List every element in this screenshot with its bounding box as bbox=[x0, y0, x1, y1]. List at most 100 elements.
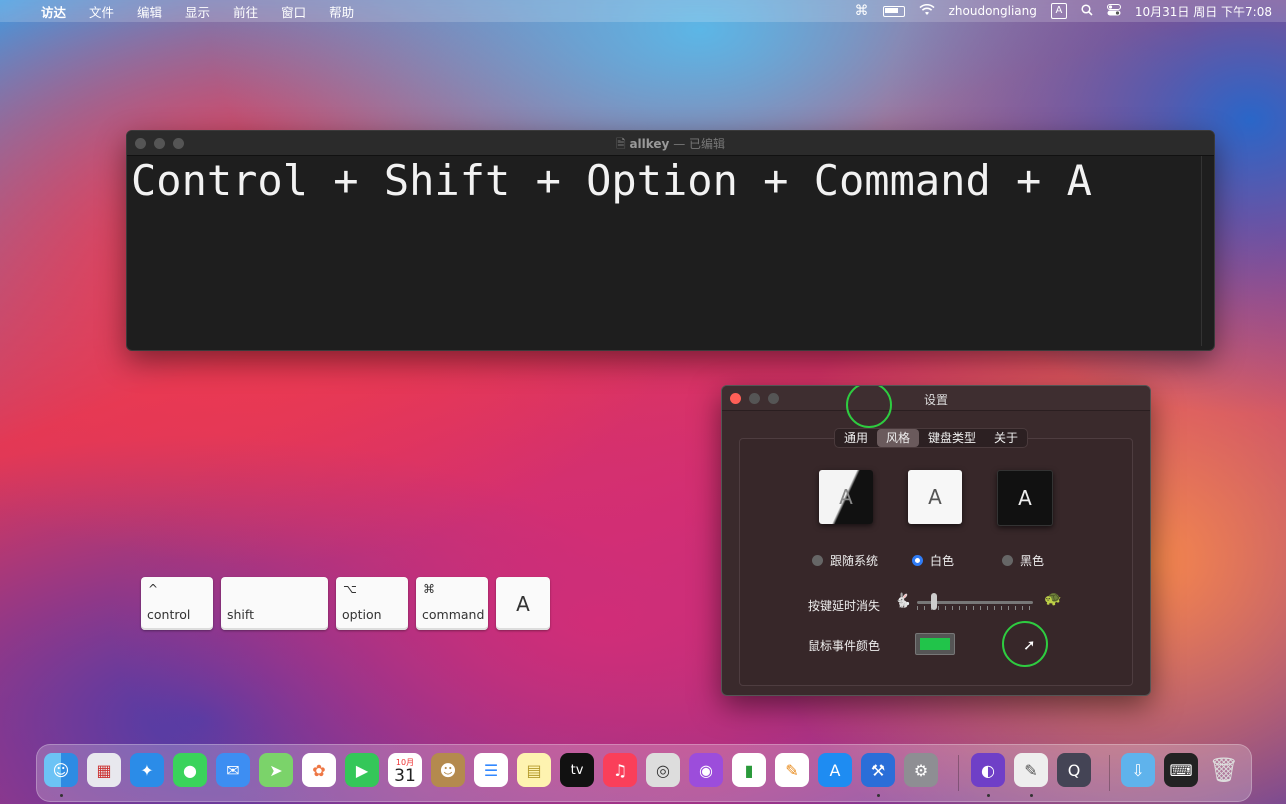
menu-file[interactable]: 文件 bbox=[89, 2, 114, 21]
mouse-cursor-icon: ➚ bbox=[1023, 636, 1036, 654]
contacts-icon[interactable]: ☻ bbox=[431, 753, 465, 787]
launchpad-icon[interactable]: ▦ bbox=[87, 753, 121, 787]
facetime-icon[interactable]: ▶ bbox=[345, 753, 379, 787]
keycastr-icon[interactable]: ⌨ bbox=[1164, 753, 1198, 787]
dock-separator bbox=[1109, 755, 1110, 791]
running-indicator bbox=[1030, 794, 1033, 797]
theme-preview-white[interactable]: A bbox=[908, 470, 962, 524]
quicktime-icon[interactable]: Q bbox=[1057, 753, 1091, 787]
document-name: allkey bbox=[629, 137, 670, 151]
key-command: ⌘ command bbox=[416, 577, 488, 630]
xcode-icon[interactable]: ⚒ bbox=[861, 753, 895, 787]
command-symbol: ⌘ bbox=[423, 582, 435, 596]
menu-window[interactable]: 窗口 bbox=[281, 2, 306, 21]
trash-icon[interactable]: 🗑 bbox=[1207, 753, 1241, 787]
music-icon[interactable]: ♫ bbox=[603, 753, 637, 787]
appstore-icon[interactable]: A bbox=[818, 753, 852, 787]
radio-label: 跟随系统 bbox=[830, 554, 879, 568]
running-indicator bbox=[60, 794, 63, 797]
color-swatch bbox=[920, 638, 950, 650]
messages-icon[interactable]: ● bbox=[173, 753, 207, 787]
menu-help[interactable]: 帮助 bbox=[329, 2, 354, 21]
tab-keyboard-type[interactable]: 键盘类型 bbox=[919, 429, 985, 447]
window-title: 🗎 allkey — 已编辑 bbox=[127, 135, 1214, 156]
menu-go[interactable]: 前往 bbox=[233, 2, 258, 21]
appletv-label: tv bbox=[570, 762, 584, 778]
reminders-icon[interactable]: ☰ bbox=[474, 753, 508, 787]
dock: ☺ ▦ ✦ ● ✉ ➤ ✿ ▶ 10月 31 ☻ ☰ ▤ tv ♫ ◎ ◉ ▮ … bbox=[36, 744, 1252, 802]
mail-icon[interactable]: ✉ bbox=[216, 753, 250, 787]
delay-label: 按键延时消失 bbox=[808, 599, 881, 613]
settings-window: 设置 通用 风格 键盘类型 关于 A A A 跟随系统 白色 黑色 按键延时消失… bbox=[721, 385, 1151, 696]
notes-icon[interactable]: ▤ bbox=[517, 753, 551, 787]
finder-icon[interactable]: ☺ bbox=[44, 753, 78, 787]
radio-indicator-selected bbox=[912, 555, 923, 566]
appletv-icon[interactable]: tv bbox=[560, 753, 594, 787]
control-symbol: ^ bbox=[148, 582, 159, 596]
menu-edit[interactable]: 编辑 bbox=[137, 2, 162, 21]
screenshot-icon[interactable]: ◎ bbox=[646, 753, 680, 787]
key-label: shift bbox=[227, 607, 254, 622]
safari-icon[interactable]: ✦ bbox=[130, 753, 164, 787]
radio-label: 黑色 bbox=[1020, 554, 1045, 568]
menu-bar: 访达 文件 编辑 显示 前往 窗口 帮助 ⌘ zhoudongliang A 1… bbox=[0, 0, 1286, 22]
downloads-folder-icon[interactable]: ⇩ bbox=[1121, 753, 1155, 787]
option-symbol: ⌥ bbox=[343, 582, 357, 596]
radio-white[interactable]: 白色 bbox=[912, 552, 954, 569]
system-preferences-icon[interactable]: ⚙ bbox=[904, 753, 938, 787]
mouse-color-label: 鼠标事件颜色 bbox=[808, 639, 881, 653]
turtle-icon: 🐢 bbox=[1044, 591, 1062, 607]
document-icon: 🗎 bbox=[615, 137, 626, 151]
maps-icon[interactable]: ➤ bbox=[259, 753, 293, 787]
input-source-icon[interactable]: A bbox=[1050, 3, 1067, 19]
menu-finder[interactable]: 访达 bbox=[41, 2, 66, 21]
radio-indicator bbox=[1002, 555, 1013, 566]
settings-titlebar[interactable]: 设置 bbox=[722, 386, 1150, 411]
numbers-icon[interactable]: ▮ bbox=[732, 753, 766, 787]
pages-icon[interactable]: ✎ bbox=[775, 753, 809, 787]
calendar-icon[interactable]: 10月 31 bbox=[388, 753, 422, 787]
delay-slider-thumb[interactable] bbox=[931, 593, 937, 610]
key-label: control bbox=[147, 607, 191, 622]
rabbit-icon: 🐇 bbox=[894, 593, 912, 609]
keystroke-overlay: ^ control shift ⌥ option ⌘ command A bbox=[141, 577, 550, 630]
spotlight-search-icon[interactable] bbox=[1081, 3, 1093, 19]
tab-about[interactable]: 关于 bbox=[985, 429, 1027, 447]
control-center-icon[interactable] bbox=[1106, 3, 1121, 19]
user-menu[interactable]: zhoudongliang bbox=[949, 4, 1037, 18]
settings-title: 设置 bbox=[923, 393, 948, 407]
running-indicator bbox=[877, 794, 880, 797]
podcasts-icon[interactable]: ◉ bbox=[689, 753, 723, 787]
command-key-icon[interactable]: ⌘ bbox=[855, 3, 869, 19]
battery-icon[interactable] bbox=[882, 5, 905, 17]
settings-tabs: 通用 风格 键盘类型 关于 bbox=[834, 428, 1029, 448]
tab-general[interactable]: 通用 bbox=[835, 429, 877, 447]
radio-black[interactable]: 黑色 bbox=[1002, 552, 1044, 569]
textedit-window: 🗎 allkey — 已编辑 Control + Shift + Option … bbox=[126, 130, 1215, 351]
key-label: option bbox=[342, 607, 382, 622]
key-control: ^ control bbox=[141, 577, 213, 630]
theme-preview-black[interactable]: A bbox=[997, 470, 1053, 526]
document-status: — 已编辑 bbox=[673, 137, 726, 151]
wifi-icon[interactable] bbox=[919, 3, 935, 19]
key-label: command bbox=[422, 607, 485, 622]
github-desktop-icon[interactable]: ◐ bbox=[971, 753, 1005, 787]
photos-icon[interactable]: ✿ bbox=[302, 753, 336, 787]
radio-label: 白色 bbox=[930, 554, 955, 568]
textedit-icon[interactable]: ✎ bbox=[1014, 753, 1048, 787]
menu-view[interactable]: 显示 bbox=[185, 2, 210, 21]
running-indicator bbox=[987, 794, 990, 797]
dock-separator bbox=[958, 755, 959, 791]
mouse-color-well[interactable] bbox=[915, 633, 955, 655]
key-letter: A bbox=[516, 592, 530, 616]
theme-preview-auto[interactable]: A bbox=[819, 470, 873, 524]
calendar-day: 31 bbox=[394, 765, 416, 786]
key-shift: shift bbox=[221, 577, 328, 630]
tab-style[interactable]: 风格 bbox=[877, 429, 920, 447]
document-text[interactable]: Control + Shift + Option + Command + A bbox=[127, 156, 1214, 206]
key-option: ⌥ option bbox=[336, 577, 408, 630]
vertical-scrollbar[interactable] bbox=[1201, 156, 1202, 346]
radio-follow-system[interactable]: 跟随系统 bbox=[812, 552, 878, 569]
menubar-clock[interactable]: 10月31日 周日 下午7:08 bbox=[1135, 3, 1272, 20]
window-titlebar[interactable]: 🗎 allkey — 已编辑 bbox=[127, 131, 1214, 156]
